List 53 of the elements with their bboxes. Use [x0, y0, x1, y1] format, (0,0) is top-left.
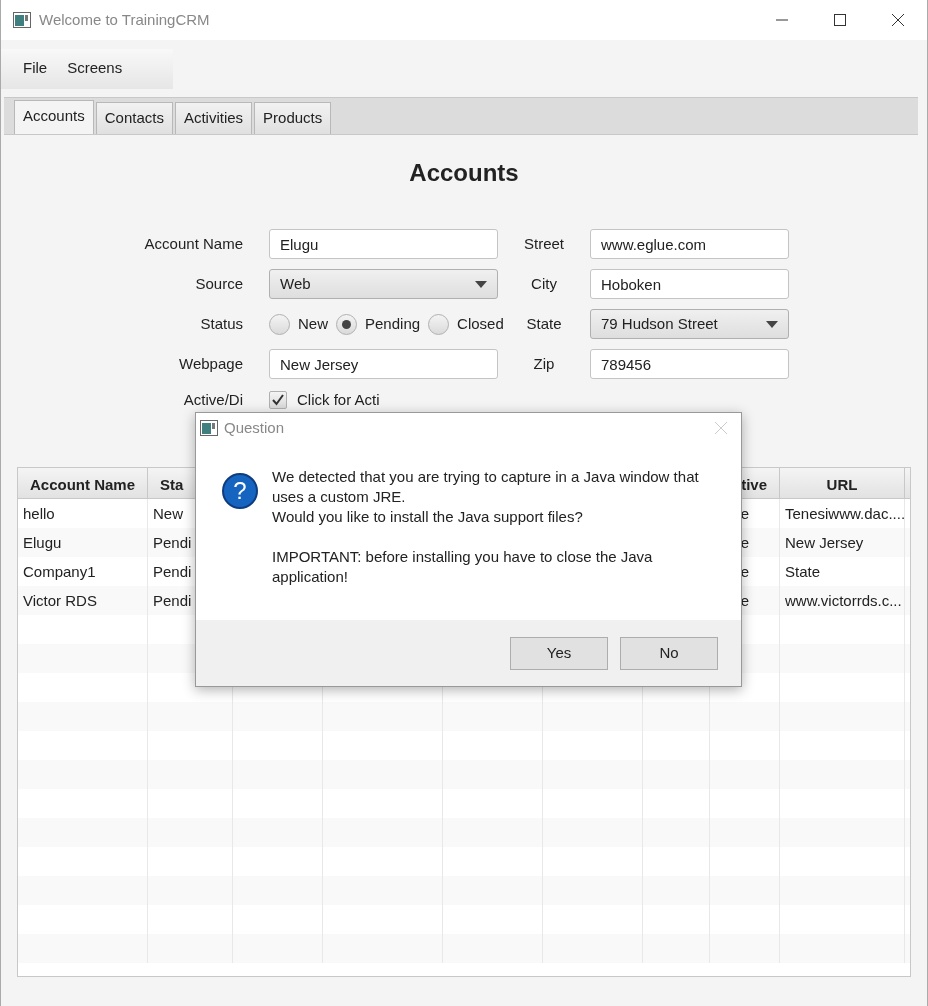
field-label: Active/Di [182, 390, 243, 410]
radio-button[interactable] [269, 313, 290, 335]
page-heading: Accounts [408, 158, 520, 188]
field-label: Webpage [178, 353, 243, 374]
input-field[interactable]: Hoboken [590, 269, 789, 299]
input-field[interactable]: www.eglue.com [590, 229, 789, 259]
dialog-title: Question [224, 417, 285, 438]
window-title: Welcome to TrainingCRM [39, 9, 210, 30]
table-cell: Tenesiwww.dac.... [780, 498, 905, 528]
table-cell: hello [18, 498, 148, 528]
menu-item[interactable]: Screens [57, 53, 133, 84]
message-text: IMPORTANT: before installing you have to close the Java application! [272, 547, 654, 587]
table-cell: Elugu [18, 527, 148, 557]
table-cell: New Jersey [780, 527, 905, 557]
question-icon: ? [222, 473, 258, 509]
field-label: Street [523, 233, 565, 254]
input-field[interactable]: 789456 [590, 349, 789, 379]
table-cell: Company1 [18, 556, 148, 586]
tab[interactable]: Accounts [14, 99, 94, 134]
table-cell: Victor RDS [18, 585, 148, 615]
radio-label: Closed [457, 313, 504, 334]
radio-label: New [298, 313, 328, 334]
tab[interactable]: Products [254, 101, 332, 134]
message-text: Would you like to install the Java support files? [272, 507, 584, 527]
dropdown[interactable]: 79 Hudson Street [590, 309, 789, 339]
input-field[interactable]: Elugu [269, 229, 498, 259]
field-label: Status [199, 313, 243, 334]
table-cell: www.victorrds.c... [780, 585, 905, 615]
message-text: We detected that you are trying to capture in a Java window that uses a custom JRE. [272, 467, 700, 507]
checkbox-label: Click for Acti [297, 390, 380, 410]
checkbox[interactable] [269, 391, 287, 410]
tab[interactable]: Activities [174, 101, 253, 134]
column-header[interactable]: URL [780, 467, 905, 498]
table-cell: State [780, 556, 905, 586]
input-field[interactable]: New Jersey [269, 349, 498, 379]
app-icon [200, 420, 218, 436]
column-header[interactable]: Account Name [18, 467, 148, 498]
radio-label: Pending [365, 313, 421, 334]
radio-button[interactable] [428, 313, 450, 335]
dialog-button[interactable]: Yes [510, 636, 608, 670]
tab[interactable]: Contacts [95, 101, 173, 134]
radio-button[interactable] [336, 313, 357, 335]
field-label: Source [194, 273, 243, 294]
caret-icon [475, 280, 487, 288]
app-icon [13, 12, 31, 28]
field-label: Account Name [143, 233, 243, 254]
dropdown[interactable]: Web [269, 269, 498, 299]
field-label: Zip [532, 353, 556, 374]
field-label: City [530, 273, 558, 294]
close-icon[interactable] [715, 422, 727, 434]
caret-icon [766, 320, 778, 328]
dialog-button[interactable]: No [620, 636, 718, 670]
menu-item[interactable]: File [13, 53, 58, 84]
